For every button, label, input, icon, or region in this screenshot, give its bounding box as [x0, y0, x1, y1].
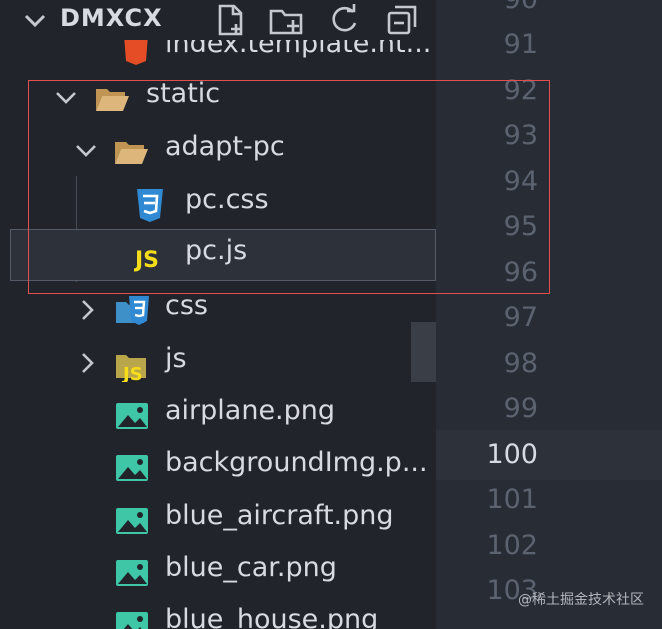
file-item-airplane[interactable]: airplane.png — [0, 389, 436, 441]
folder-label: js — [165, 343, 187, 374]
line-number: 90 — [504, 0, 538, 15]
line-number: 98 — [503, 348, 538, 379]
new-file-icon[interactable] — [212, 2, 248, 38]
file-label: blue_car.png — [165, 552, 337, 583]
file-label: airplane.png — [165, 395, 336, 426]
line-number: 91 — [503, 29, 538, 60]
explorer-header[interactable]: DMXCX — [0, 0, 436, 40]
image-icon — [114, 398, 150, 434]
line-number: 101 — [486, 484, 538, 515]
file-label: blue_house.png — [165, 604, 379, 629]
new-folder-icon[interactable] — [268, 2, 304, 38]
line-number: 102 — [486, 530, 538, 561]
file-item-blue-aircraft[interactable]: blue_aircraft.png — [0, 494, 436, 546]
workspace-title: DMXCX — [60, 4, 163, 32]
line-number: 99 — [503, 393, 538, 424]
folder-label: css — [165, 290, 208, 321]
file-item-blue-house[interactable]: blue_house.png — [0, 598, 436, 629]
line-number-active: 100 — [486, 439, 538, 470]
chevron-right-icon — [74, 349, 102, 377]
file-label: backgroundImg.p... — [165, 447, 428, 478]
refresh-icon[interactable] — [326, 2, 362, 38]
collapse-all-icon[interactable] — [384, 2, 420, 38]
chevron-right-icon — [74, 296, 102, 324]
line-number: 97 — [503, 302, 538, 333]
svg-text:JS: JS — [121, 364, 143, 382]
highlight-box — [28, 80, 550, 294]
current-line-highlight — [436, 430, 662, 480]
css-folder-icon — [114, 293, 150, 329]
folder-item-js[interactable]: JS js — [0, 337, 436, 389]
js-folder-icon: JS — [114, 346, 150, 385]
image-icon — [114, 503, 150, 539]
explorer-scrollbar[interactable] — [411, 322, 436, 382]
image-icon — [114, 555, 150, 591]
image-icon — [114, 607, 150, 629]
file-item-blue-car[interactable]: blue_car.png — [0, 546, 436, 598]
chevron-down-icon[interactable] — [20, 6, 50, 36]
watermark: @稀土掘金技术社区 — [518, 592, 644, 608]
file-label: blue_aircraft.png — [165, 500, 394, 531]
image-icon — [114, 450, 150, 486]
file-item-background-img[interactable]: backgroundImg.p... — [0, 441, 436, 493]
